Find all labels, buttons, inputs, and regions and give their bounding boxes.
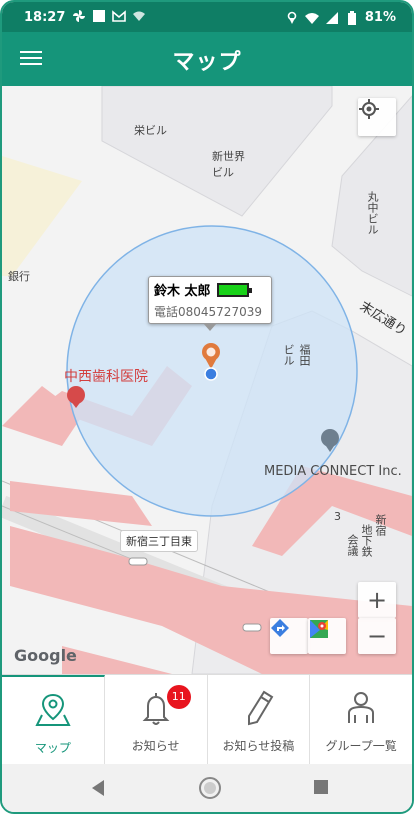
system-navigation-bar <box>2 764 412 812</box>
status-bar: 18:27 81% <box>2 2 412 32</box>
device-frame: 18:27 81% マップ 栄ビル 新世界 ビル 丸中ビル 銀行 末広通り 福田… <box>0 0 414 814</box>
zoom-in-button[interactable]: + <box>358 582 396 618</box>
status-notification-icons <box>72 9 146 23</box>
nav-item-notifications[interactable]: 11 お知らせ <box>105 675 208 764</box>
battery-percent: 81% <box>364 10 396 25</box>
nav-label-post-notification: お知らせ投稿 <box>222 739 295 753</box>
label-shinsekai-bldg: 新世界 ビル <box>212 150 245 179</box>
label-shinjuku-chikatetsu-2: 地下鉄 <box>360 524 373 557</box>
member-battery-indicator <box>217 283 252 297</box>
label-fukuda-bldg: 福田 ビル <box>282 344 311 366</box>
label-shinjuku-chikatetsu-1: 新宿 <box>374 514 387 536</box>
nav-item-map[interactable]: マップ <box>2 675 105 764</box>
home-circle-icon[interactable] <box>198 776 222 800</box>
label-nakanishi-dental[interactable]: 中西歯科医院 <box>64 366 148 386</box>
signal-icon <box>325 11 338 24</box>
google-maps-icon <box>310 620 328 638</box>
zoom-out-button[interactable]: − <box>358 618 396 654</box>
app-bar: マップ <box>2 32 412 86</box>
callout-tail <box>203 323 217 331</box>
back-triangle-icon[interactable] <box>88 778 108 798</box>
user-icon <box>348 692 375 723</box>
nav-label-notifications: お知らせ <box>131 739 180 753</box>
label-ginko: 銀行 <box>8 270 30 283</box>
label-media-connect[interactable]: MEDIA CONNECT Inc. <box>264 464 402 479</box>
nav-item-post-notification[interactable]: お知らせ投稿 <box>208 675 311 764</box>
google-attribution: Google <box>14 646 77 665</box>
label-sakae-bldg: 栄ビル <box>134 124 167 137</box>
gmail-icon <box>112 10 126 22</box>
wifi-icon <box>304 12 319 24</box>
google-maps-button[interactable] <box>308 618 346 654</box>
nav-label-map: マップ <box>34 741 71 755</box>
status-time: 18:27 <box>24 10 66 25</box>
page-title: マップ <box>172 50 242 75</box>
square-icon <box>93 10 105 22</box>
wifi-question-icon <box>133 11 145 21</box>
notification-badge: 11 <box>166 685 191 709</box>
label-shinjuku-chikatetsu-3: 会議 <box>346 534 359 556</box>
pencil-icon <box>248 690 274 726</box>
label-shinjuku-sanchome-higashi[interactable]: 新宿三丁目東 <box>120 530 198 552</box>
battery-icon <box>347 10 356 25</box>
status-system-icons: 81% <box>285 10 396 25</box>
location-icon <box>287 11 297 24</box>
bottom-navigation: マップ 11 お知らせ お知らせ投稿 グループ一覧 <box>2 674 412 764</box>
nav-label-group-list: グループ一覧 <box>325 739 397 753</box>
label-block-number: 3 <box>334 510 341 523</box>
recents-square-icon[interactable] <box>312 778 330 796</box>
map-view[interactable]: 栄ビル 新世界 ビル 丸中ビル 銀行 末広通り 福田 ビル 中西歯科医院 MED… <box>2 86 412 674</box>
map-pin-icon <box>35 693 71 726</box>
pinwheel-icon <box>73 10 85 22</box>
target-icon <box>359 99 379 119</box>
member-info-callout[interactable]: 鈴木 太郎 電話08045727039 <box>148 276 272 324</box>
directions-icon <box>271 619 289 637</box>
nav-item-group-list[interactable]: グループ一覧 <box>310 675 412 764</box>
label-marunaka-bldg: 丸中ビル <box>366 191 379 235</box>
my-location-button[interactable] <box>358 98 396 136</box>
directions-button[interactable] <box>270 618 308 654</box>
member-phone: 電話08045727039 <box>154 305 262 319</box>
